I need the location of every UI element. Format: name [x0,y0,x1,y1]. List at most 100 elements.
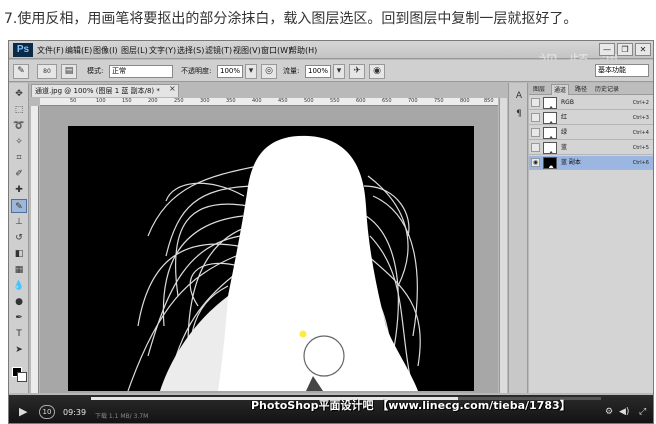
toolbox: ✥ ⬚ ➰ ✧ ⌗ ✐ ✚ ✎ ⊥ ↺ ◧ ▦ 💧 ● ✒ T ➤ [9,83,29,393]
character-panel-icon[interactable]: A [512,89,526,103]
ruler-tick: 350 [226,98,236,104]
path-select-tool-icon[interactable]: ➤ [11,343,27,357]
fullscreen-icon[interactable]: ⤢ [639,405,646,419]
visibility-toggle-icon[interactable] [531,128,540,137]
cursor-highlight-dot [299,330,307,338]
volume-icon[interactable]: ◀) [619,405,629,419]
tab-history[interactable]: 历史记录 [593,84,621,95]
brush-tool-icon[interactable]: ✎ [11,199,27,213]
ruler-tick: 150 [122,98,132,104]
lasso-tool-icon[interactable]: ➰ [11,119,27,133]
channel-mask-image[interactable] [68,126,474,391]
eraser-tool-icon[interactable]: ◧ [11,247,27,261]
brush-preset-picker[interactable]: 80 [37,64,57,79]
tab-layers[interactable]: 图层 [531,84,547,95]
workspace-select[interactable]: 基本功能 [595,64,649,77]
blur-tool-icon[interactable]: 💧 [11,279,27,293]
menu-select[interactable]: 选择(S) [177,44,204,57]
channels-panel: 图层 通道 路径 历史记录 RGB Ctrl+2 红 Ctrl+3 绿 Ctrl… [529,83,653,393]
settings-icon[interactable]: ⚙ [605,405,613,419]
ruler-tick: 200 [148,98,158,104]
airbrush-icon[interactable]: ✈ [349,64,365,79]
tab-paths[interactable]: 路径 [573,84,589,95]
channel-row-green[interactable]: 绿 Ctrl+4 [529,126,653,140]
photoshop-window: Ps 文件(F) 编辑(E) 图像(I) 图层(L) 文字(Y) 选择(S) 滤… [8,40,654,424]
channel-row-rgb[interactable]: RGB Ctrl+2 [529,96,653,110]
ruler-tick: 700 [408,98,418,104]
ruler-tick: 400 [252,98,262,104]
channel-thumbnail [543,142,557,154]
document-tab[interactable]: 通道.jpg @ 100% (图层 1 蓝 副本/8) * [31,84,179,97]
channel-thumbnail [543,112,557,124]
channel-row-red[interactable]: 红 Ctrl+3 [529,111,653,125]
quick-select-tool-icon[interactable]: ✧ [11,135,27,149]
flow-input[interactable]: 100% [305,65,331,78]
menu-type[interactable]: 文字(Y) [149,44,176,57]
flow-dropdown-icon[interactable]: ▾ [333,64,345,79]
channel-shortcut: Ctrl+5 [632,145,649,151]
channel-thumbnail [543,97,557,109]
eyedropper-tool-icon[interactable]: ✐ [11,167,27,181]
marquee-tool-icon[interactable]: ⬚ [11,103,27,117]
channel-name: RGB [561,99,574,106]
minimize-button[interactable]: — [599,43,615,56]
site-banner: PhotoShop平面设计吧 【www.linecg.com/tieba/178… [251,399,571,412]
visibility-toggle-icon[interactable] [531,113,540,122]
eye-icon[interactable]: ◉ [531,158,540,167]
visibility-toggle-icon[interactable] [531,98,540,107]
visibility-toggle-icon[interactable] [531,143,540,152]
pen-tool-icon[interactable]: ✒ [11,311,27,325]
ruler-tick: 50 [70,98,77,104]
healing-brush-tool-icon[interactable]: ✚ [11,183,27,197]
history-brush-tool-icon[interactable]: ↺ [11,231,27,245]
restore-button[interactable]: ❐ [617,43,633,56]
menu-filter[interactable]: 滤镜(T) [205,44,232,57]
channel-row-blue-copy[interactable]: ◉ 蓝 副本 Ctrl+6 [529,156,653,170]
gradient-tool-icon[interactable]: ▦ [11,263,27,277]
opacity-dropdown-icon[interactable]: ▾ [245,64,257,79]
download-status: 下载 1.1 MB/ 3.7M [95,413,149,420]
menu-help[interactable]: 帮助(H) [289,44,317,57]
channel-name: 红 [561,114,568,121]
photoshop-logo: Ps [13,43,33,57]
opacity-label: 不透明度: [181,67,212,75]
tab-channels[interactable]: 通道 [551,84,570,95]
replay-10-icon[interactable]: 10 [39,405,55,419]
pressure-size-icon[interactable]: ◉ [369,64,385,79]
menu-view[interactable]: 视图(V) [233,44,261,57]
mode-select[interactable]: 正常 [109,65,173,78]
move-tool-icon[interactable]: ✥ [11,87,27,101]
menu-window[interactable]: 窗口(W) [261,44,291,57]
pressure-opacity-icon[interactable]: ◎ [261,64,277,79]
ruler-tick: 500 [304,98,314,104]
background-color-swatch[interactable] [17,372,27,382]
ruler-tick: 550 [330,98,340,104]
options-bar: ✎ 80 ▤ 模式: 正常 不透明度: 100% ▾ ◎ 流量: 100% ▾ … [9,60,653,82]
document-close-icon[interactable]: × [169,84,176,93]
clone-stamp-tool-icon[interactable]: ⊥ [11,215,27,229]
menu-layer[interactable]: 图层(L) [121,44,148,57]
flow-label: 流量: [283,67,300,75]
play-icon[interactable]: ▶ [19,405,27,419]
channel-shortcut: Ctrl+4 [632,130,649,136]
dodge-tool-icon[interactable]: ● [11,295,27,309]
window-controls: — ❐ ✕ [599,43,651,57]
channel-shortcut: Ctrl+3 [632,115,649,121]
opacity-input[interactable]: 100% [217,65,243,78]
panel-tab-bar: 图层 通道 路径 历史记录 [529,83,653,95]
panel-icon-strip: A ¶ [508,83,528,393]
brush-size-value: 80 [43,68,51,75]
vertical-scrollbar[interactable] [499,98,507,393]
channel-row-blue[interactable]: 蓝 Ctrl+5 [529,141,653,155]
close-button[interactable]: ✕ [635,43,651,56]
mode-label: 模式: [87,67,104,75]
crop-tool-icon[interactable]: ⌗ [11,151,27,165]
paragraph-panel-icon[interactable]: ¶ [512,107,526,121]
ruler-tick: 100 [96,98,106,104]
brush-panel-icon[interactable]: ▤ [61,64,77,79]
menu-image[interactable]: 图像(I) [93,44,118,57]
menu-file[interactable]: 文件(F) [37,44,64,57]
brush-tool-icon[interactable]: ✎ [13,64,29,79]
type-tool-icon[interactable]: T [11,327,27,341]
menu-edit[interactable]: 编辑(E) [65,44,92,57]
